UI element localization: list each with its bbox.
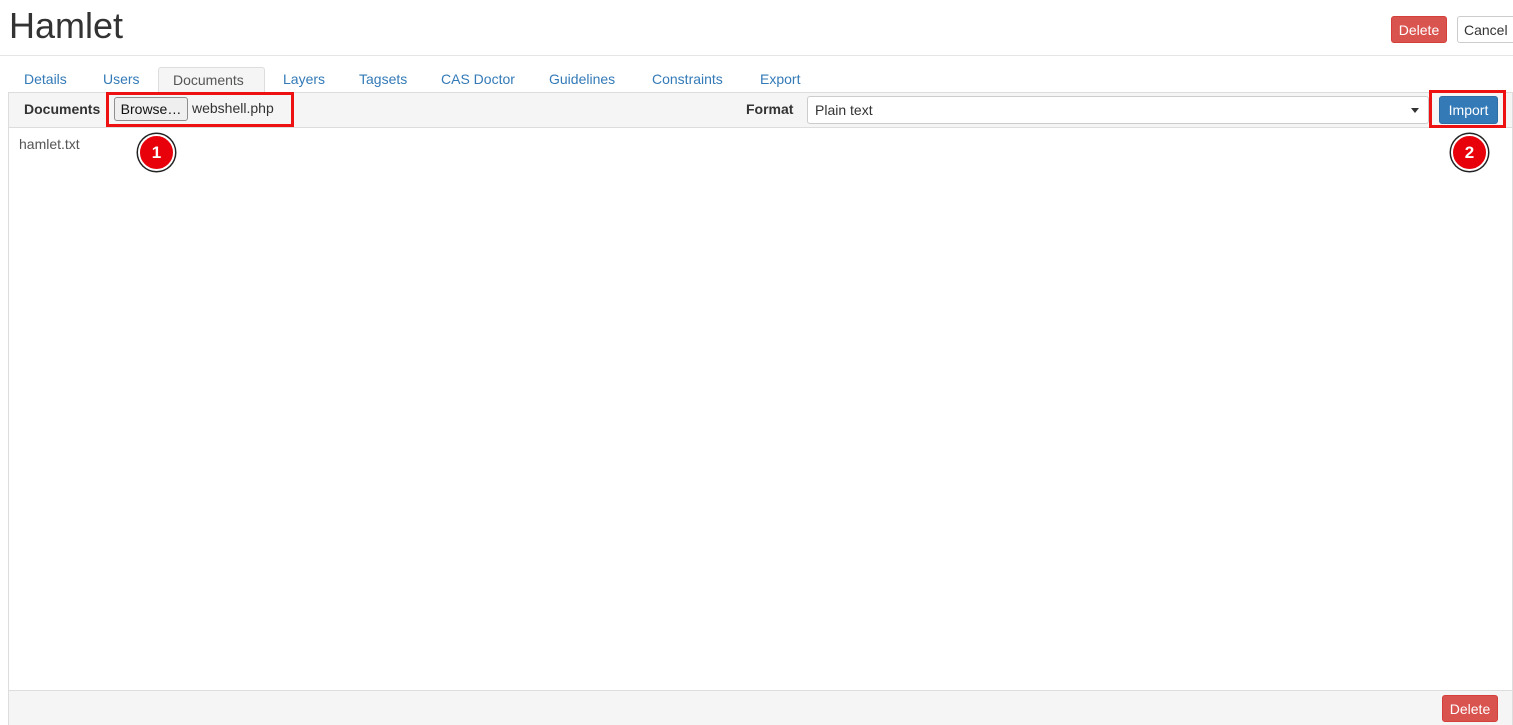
format-label: Format <box>746 101 794 117</box>
list-item[interactable]: hamlet.txt <box>19 135 80 153</box>
delete-document-button[interactable]: Delete <box>1442 695 1498 722</box>
tab-layers[interactable]: Layers <box>269 67 339 93</box>
delete-project-button[interactable]: Delete <box>1391 16 1447 43</box>
documents-label: Documents <box>24 101 101 117</box>
tab-constraints[interactable]: Constraints <box>638 67 737 93</box>
tab-cas-doctor[interactable]: CAS Doctor <box>427 67 529 93</box>
tab-details[interactable]: Details <box>10 67 81 93</box>
page-title: Hamlet <box>9 5 124 46</box>
caret-down-icon <box>1411 108 1419 113</box>
step-marker-2: 2 <box>1451 134 1488 171</box>
tab-bar: Details Users Documents Layers Tagsets C… <box>9 67 1513 94</box>
tab-tagsets[interactable]: Tagsets <box>345 67 421 93</box>
documents-panel: Documents Browse… webshell.php Format Pl… <box>8 90 1513 725</box>
tab-documents[interactable]: Documents <box>158 67 265 94</box>
documents-footer: Delete <box>9 690 1512 725</box>
browse-button[interactable]: Browse… <box>114 97 188 121</box>
document-list: hamlet.txt <box>19 135 80 153</box>
documents-toolbar: Documents Browse… webshell.php Format Pl… <box>9 90 1512 128</box>
import-button[interactable]: Import <box>1439 96 1498 124</box>
tab-users[interactable]: Users <box>89 67 154 93</box>
cancel-button[interactable]: Cancel <box>1457 16 1513 43</box>
tab-guidelines[interactable]: Guidelines <box>535 67 629 93</box>
page-header: Hamlet Delete Cancel <box>0 0 1513 56</box>
format-selected-value: Plain text <box>815 102 873 118</box>
tab-export[interactable]: Export <box>746 67 814 93</box>
selected-file-name: webshell.php <box>192 100 274 116</box>
format-select[interactable]: Plain text <box>807 96 1429 124</box>
step-marker-1: 1 <box>138 134 175 171</box>
